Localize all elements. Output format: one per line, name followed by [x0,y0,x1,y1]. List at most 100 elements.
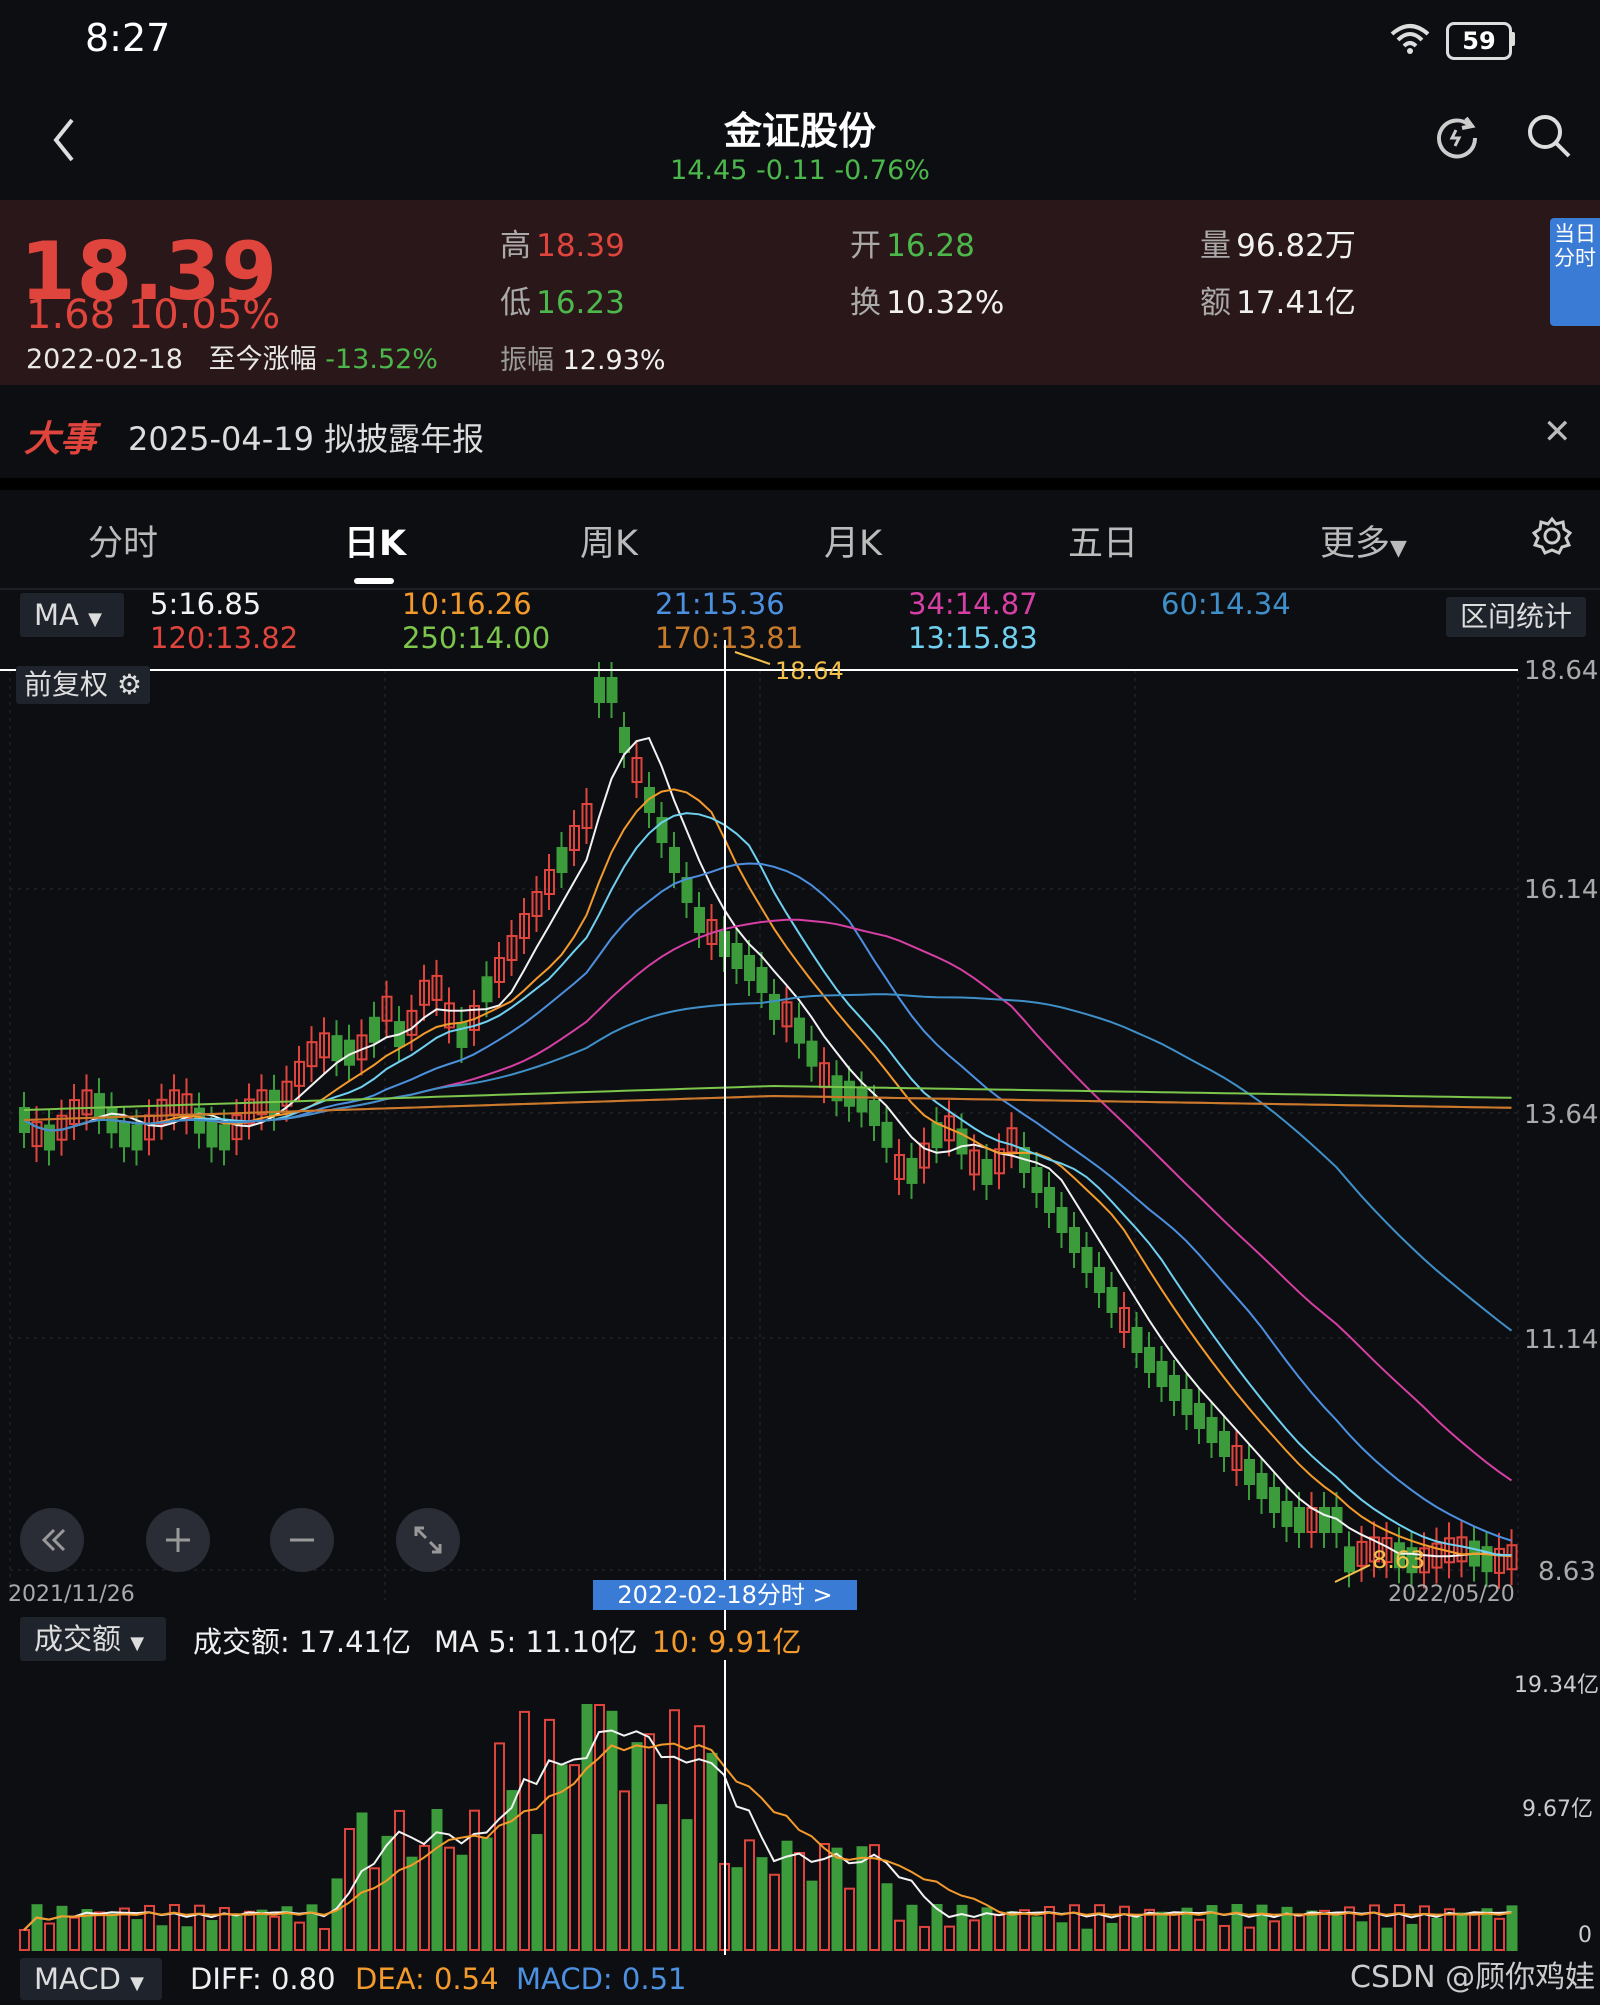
macd-select-label: MACD [34,1962,121,1996]
scroll-back-button[interactable] [20,1508,84,1572]
tab-intraday[interactable]: 分时 [88,515,158,566]
tab-daily-k[interactable]: 日K [344,515,406,566]
intraday-badge[interactable]: 当日分时 [1550,218,1600,326]
price-adjust-button[interactable]: 前复权 ⚙ [16,666,150,704]
fullscreen-button[interactable] [396,1508,460,1572]
tab-more[interactable]: 更多▼ [1320,515,1407,566]
volume-bar [20,1930,29,1950]
amplitude-row: 振幅 12.93% [500,338,666,377]
refresh-icon[interactable] [1432,112,1482,162]
volume-bar [433,1810,442,1950]
close-icon[interactable]: ✕ [1543,412,1572,452]
event-text[interactable]: 2025-04-19 拟披露年报 [128,414,484,460]
volume-bar [1333,1916,1342,1950]
ma60-value: 60:14.34 [1161,587,1291,621]
kline-ma-lines [24,738,1512,1556]
quote-date: 2022-02-18 [26,344,183,375]
volume-bar [58,1907,67,1950]
status-time: 8:27 [85,16,170,60]
expand-icon [396,1508,460,1572]
volume-bar [1408,1925,1417,1950]
volume-bar [1483,1909,1492,1950]
double-chevron-left-icon [20,1508,84,1572]
stock-title: 金证股份 [0,100,1600,155]
start-date: 2021/11/26 [8,1582,135,1607]
crosshair-date-button[interactable]: 2022-02-18分时 > [593,1580,857,1610]
candle-body [1158,1362,1167,1386]
ma-line-60 [24,994,1512,1330]
volume-bar [195,1906,204,1950]
volume-bar [995,1915,1004,1950]
chevron-down-icon: ▼ [130,1973,144,1994]
volume-bar [95,1913,104,1950]
volume-bar [1433,1919,1442,1950]
volume-bar [1133,1918,1142,1950]
volume-bar [1308,1912,1317,1950]
ma-line-250 [24,1086,1512,1110]
volume-label: 量 [1200,228,1231,264]
candle-body [933,1123,942,1147]
volume-ma-line-10 [24,1744,1512,1930]
volume-bar [495,1743,504,1950]
candle-body [908,1159,917,1183]
volume-bar [1020,1910,1029,1950]
volume-bar [1295,1916,1304,1950]
volume-bar [1220,1926,1229,1950]
search-icon[interactable] [1525,112,1573,160]
amplitude-value: 12.93% [563,345,666,376]
candle-body [1270,1488,1279,1512]
candle-body [858,1087,867,1111]
volume-bar [795,1853,804,1950]
high-value: 18.39 [536,228,625,264]
volume-bar [908,1906,917,1950]
candle-body [1295,1508,1304,1532]
range-stats-button[interactable]: 区间统计 [1446,597,1586,637]
volume-bar [45,1924,54,1950]
low-marker: 8.63 [1372,1546,1425,1574]
low-label: 低 [500,285,531,321]
price-adjust-label: 前复权 [24,668,108,701]
volume-bar [970,1920,979,1950]
tab-active-indicator [354,578,394,584]
candle-body [133,1125,142,1149]
volume-bar [420,1846,429,1950]
candle-body [483,977,492,1001]
tab-monthly-k[interactable]: 月K [824,515,882,566]
volume-bar [620,1791,629,1950]
tab-weekly-k[interactable]: 周K [580,515,638,566]
candle-body [1095,1268,1104,1292]
volume-bar [533,1835,542,1950]
volume-ma-line-5 [24,1731,1512,1931]
kline-chart[interactable]: 18.64 8.63 18.64 16.14 13.64 11.14 8.63 [0,640,1600,1630]
volume-bar [1495,1919,1504,1950]
zoom-out-button[interactable] [270,1508,334,1572]
divider [0,478,1600,490]
amount-value: 17.41亿 [1236,285,1356,321]
candle-body [645,788,654,812]
open-label: 开 [850,228,881,264]
volume-bar [845,1889,854,1950]
volume-ma-lines [24,1731,1512,1931]
candle-body [220,1125,229,1149]
volume-bar [333,1879,342,1950]
volume-bar [508,1791,517,1950]
volume-bar [545,1720,554,1950]
volume-y-tick-1: 19.34亿 [1514,1673,1599,1698]
indicator-select[interactable]: MA ▼ [20,593,124,637]
candle-body [120,1122,129,1146]
y-tick-5: 8.63 [1538,1557,1596,1587]
volume-bar [1320,1911,1329,1950]
volume-bar [758,1858,767,1950]
volume-bar [633,1743,642,1950]
gear-icon[interactable] [1532,516,1572,556]
tab-five-day[interactable]: 五日 [1068,515,1138,566]
zoom-in-button[interactable] [146,1508,210,1572]
minus-icon [270,1508,334,1572]
macd-select[interactable]: MACD ▼ [20,1958,162,2000]
volume-select[interactable]: 成交额 ▼ [20,1617,166,1661]
volume-bar [458,1856,467,1950]
ma-line-21 [24,864,1512,1541]
volume-bar [1033,1917,1042,1950]
volume-value: 96.82万 [1236,228,1356,264]
volume-bar [270,1917,279,1950]
